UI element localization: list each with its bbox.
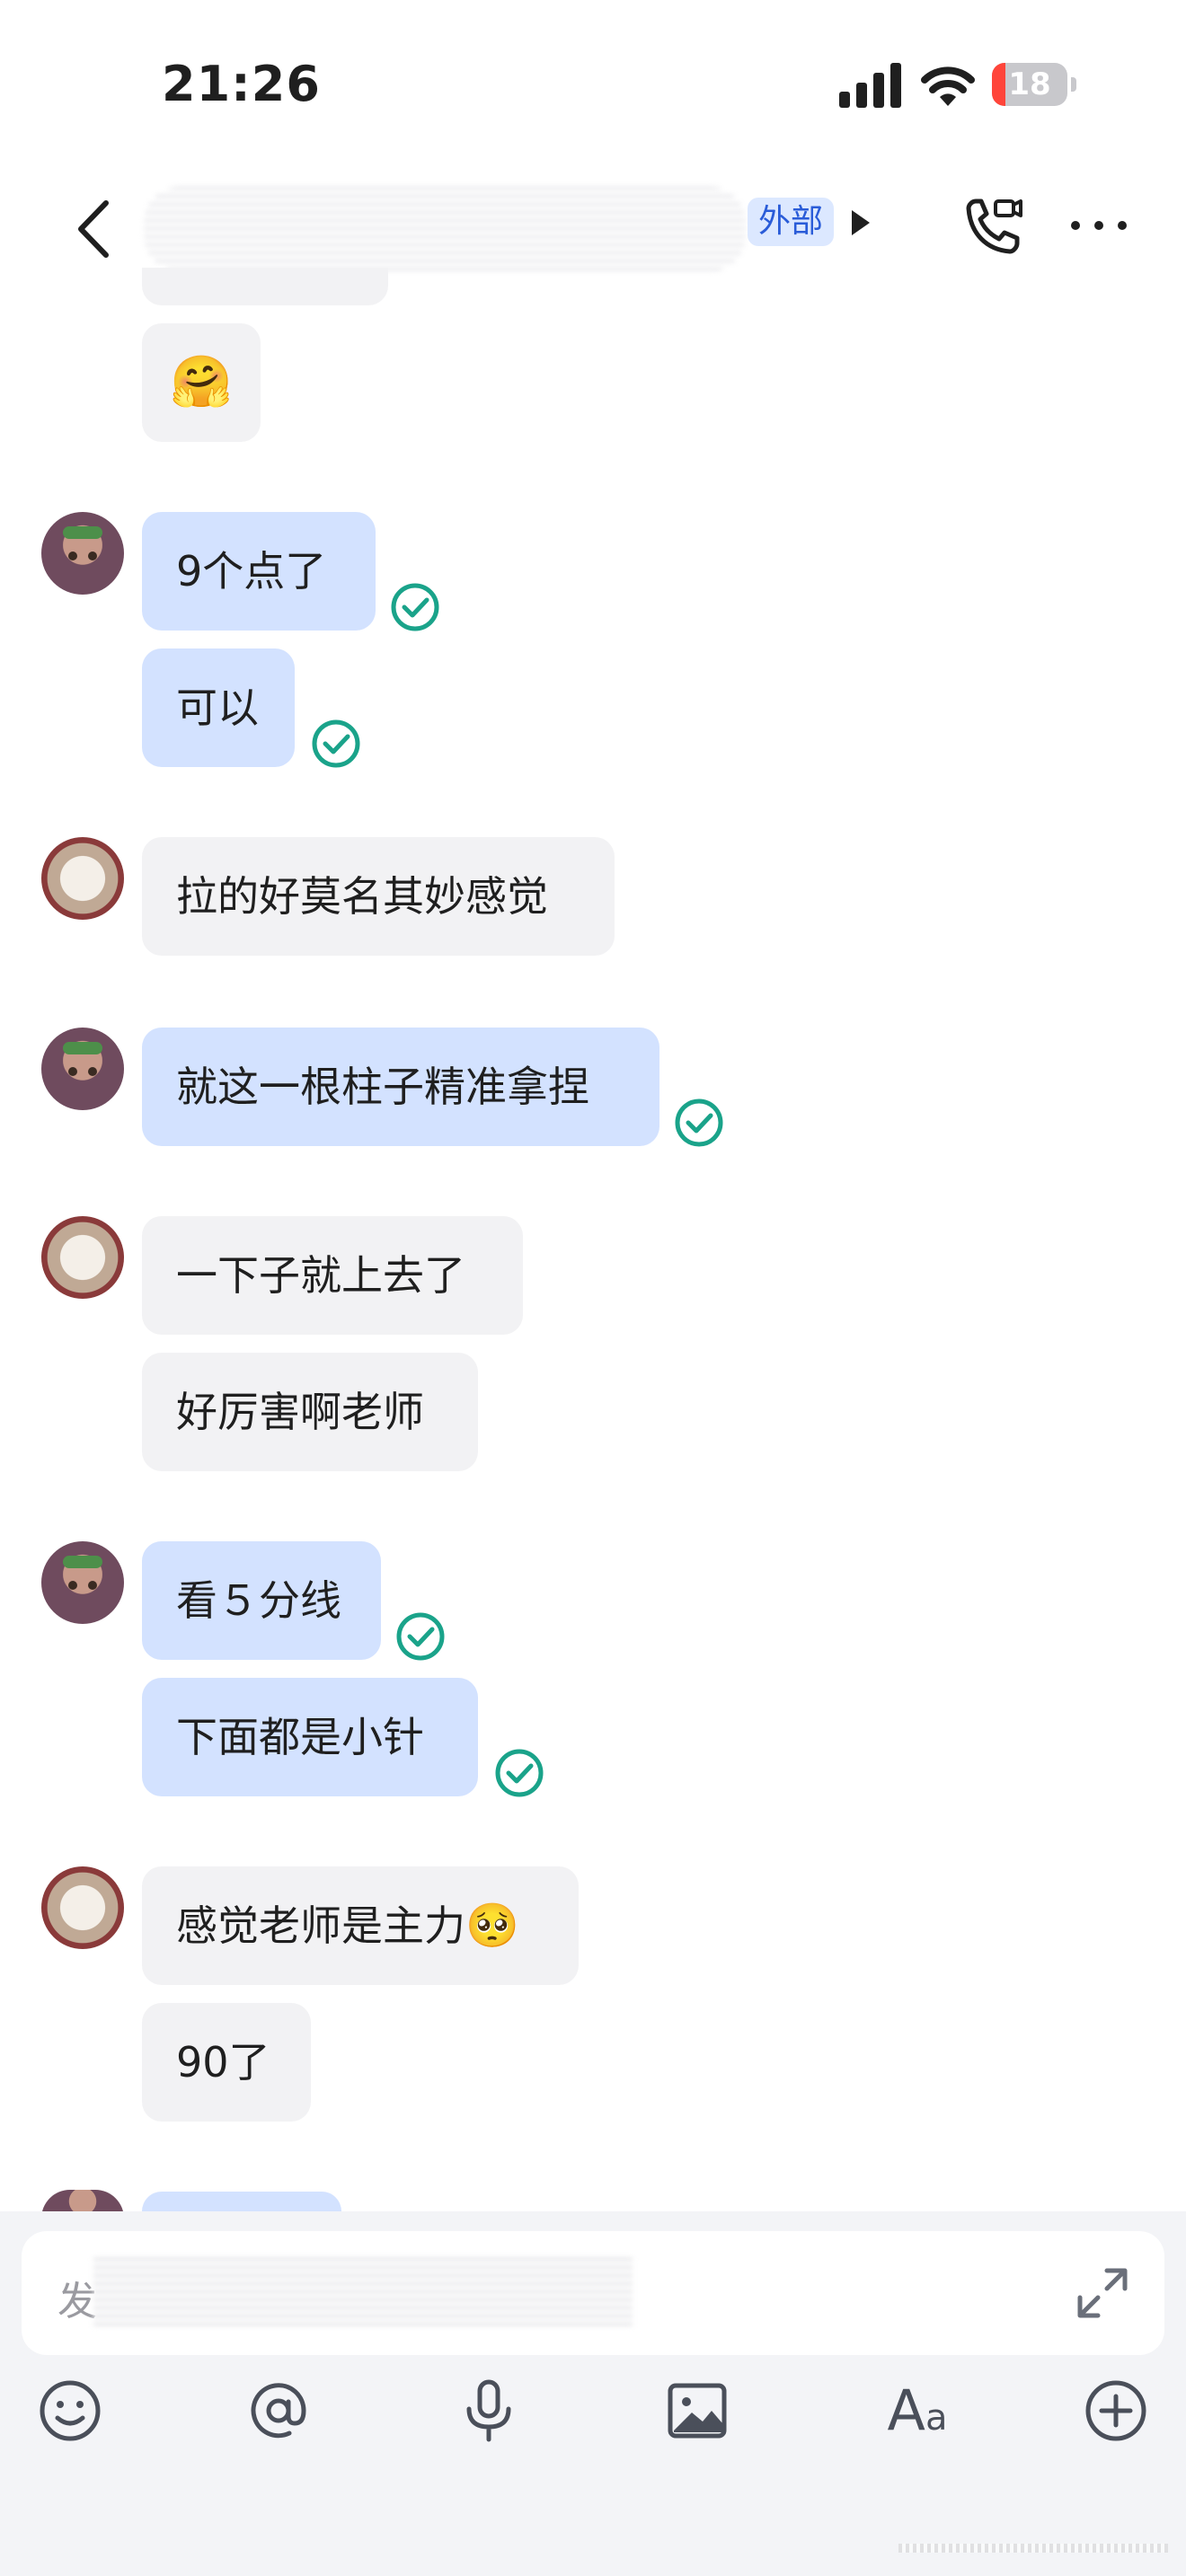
more-button[interactable] [1080, 2375, 1152, 2447]
composer: 发 [0, 2211, 1186, 2576]
message-bubble-partial [142, 268, 388, 305]
smile-icon [40, 2380, 101, 2441]
avatar[interactable] [41, 512, 124, 595]
message-bubble-mine[interactable]: 9个点了 [142, 512, 376, 631]
emoji-button[interactable] [34, 2375, 106, 2447]
message-bubble-peer[interactable]: 拉的好莫名其妙感觉 [142, 837, 615, 956]
expand-triangle-icon[interactable] [852, 210, 870, 235]
hug-emoji-icon: 🤗 [170, 353, 233, 411]
message-bubble-mine[interactable]: 可以 [142, 648, 295, 767]
status-time: 21:26 [162, 56, 321, 112]
plus-circle-icon [1085, 2380, 1146, 2441]
input-placeholder: 发 [58, 2279, 97, 2325]
at-icon [251, 2383, 306, 2439]
read-check-icon [396, 1612, 445, 1661]
input-text-redacted [93, 2258, 633, 2330]
message-bubble-emoji[interactable]: 🤗 [142, 323, 261, 442]
voice-button[interactable] [453, 2375, 525, 2447]
read-check-icon [391, 583, 439, 631]
image-button[interactable] [661, 2375, 733, 2447]
avatar[interactable] [41, 837, 124, 920]
message-bubble-peer[interactable]: 感觉老师是主力🥺 [142, 1866, 579, 1985]
image-icon [668, 2383, 727, 2439]
message-input[interactable]: 发 [22, 2231, 1164, 2355]
external-tag: 外部 [748, 198, 834, 246]
avatar[interactable] [41, 1216, 124, 1299]
read-check-icon [312, 719, 360, 768]
microphone-icon [466, 2379, 511, 2442]
message-text: 感觉老师是主力 [176, 1901, 465, 1950]
text-format-icon[interactable]: Aa [868, 2375, 967, 2447]
avatar[interactable] [41, 1541, 124, 1624]
read-check-icon [495, 1749, 544, 1797]
pleading-face-emoji-icon: 🥺 [465, 1901, 519, 1951]
message-bubble-peer[interactable]: 一下子就上去了 [142, 1216, 523, 1335]
message-bubble-peer[interactable]: 90了 [142, 2003, 311, 2122]
message-bubble-mine[interactable]: 就这一根柱子精准拿捏 [142, 1028, 659, 1146]
battery-level: 18 [1008, 66, 1051, 102]
message-bubble-mine[interactable]: 下面都是小针 [142, 1678, 478, 1796]
chat-title-redacted[interactable] [144, 187, 746, 271]
cellular-signal-icon [839, 63, 901, 108]
status-bar: 21:26 18 [0, 0, 1186, 162]
home-indicator [898, 2544, 1168, 2553]
mention-button[interactable] [243, 2375, 314, 2447]
message-bubble-peer[interactable]: 好厉害啊老师 [142, 1353, 478, 1471]
battery-icon: 18 [992, 63, 1076, 108]
avatar[interactable] [41, 1866, 124, 1949]
call-icon[interactable] [956, 192, 1028, 264]
back-icon[interactable] [70, 198, 120, 260]
expand-icon[interactable] [1071, 2262, 1134, 2325]
read-check-icon [675, 1098, 723, 1147]
message-bubble-mine[interactable]: 看５分线 [142, 1541, 381, 1660]
avatar[interactable] [41, 1028, 124, 1110]
more-options-icon[interactable] [1067, 208, 1130, 244]
wifi-icon [921, 66, 975, 106]
